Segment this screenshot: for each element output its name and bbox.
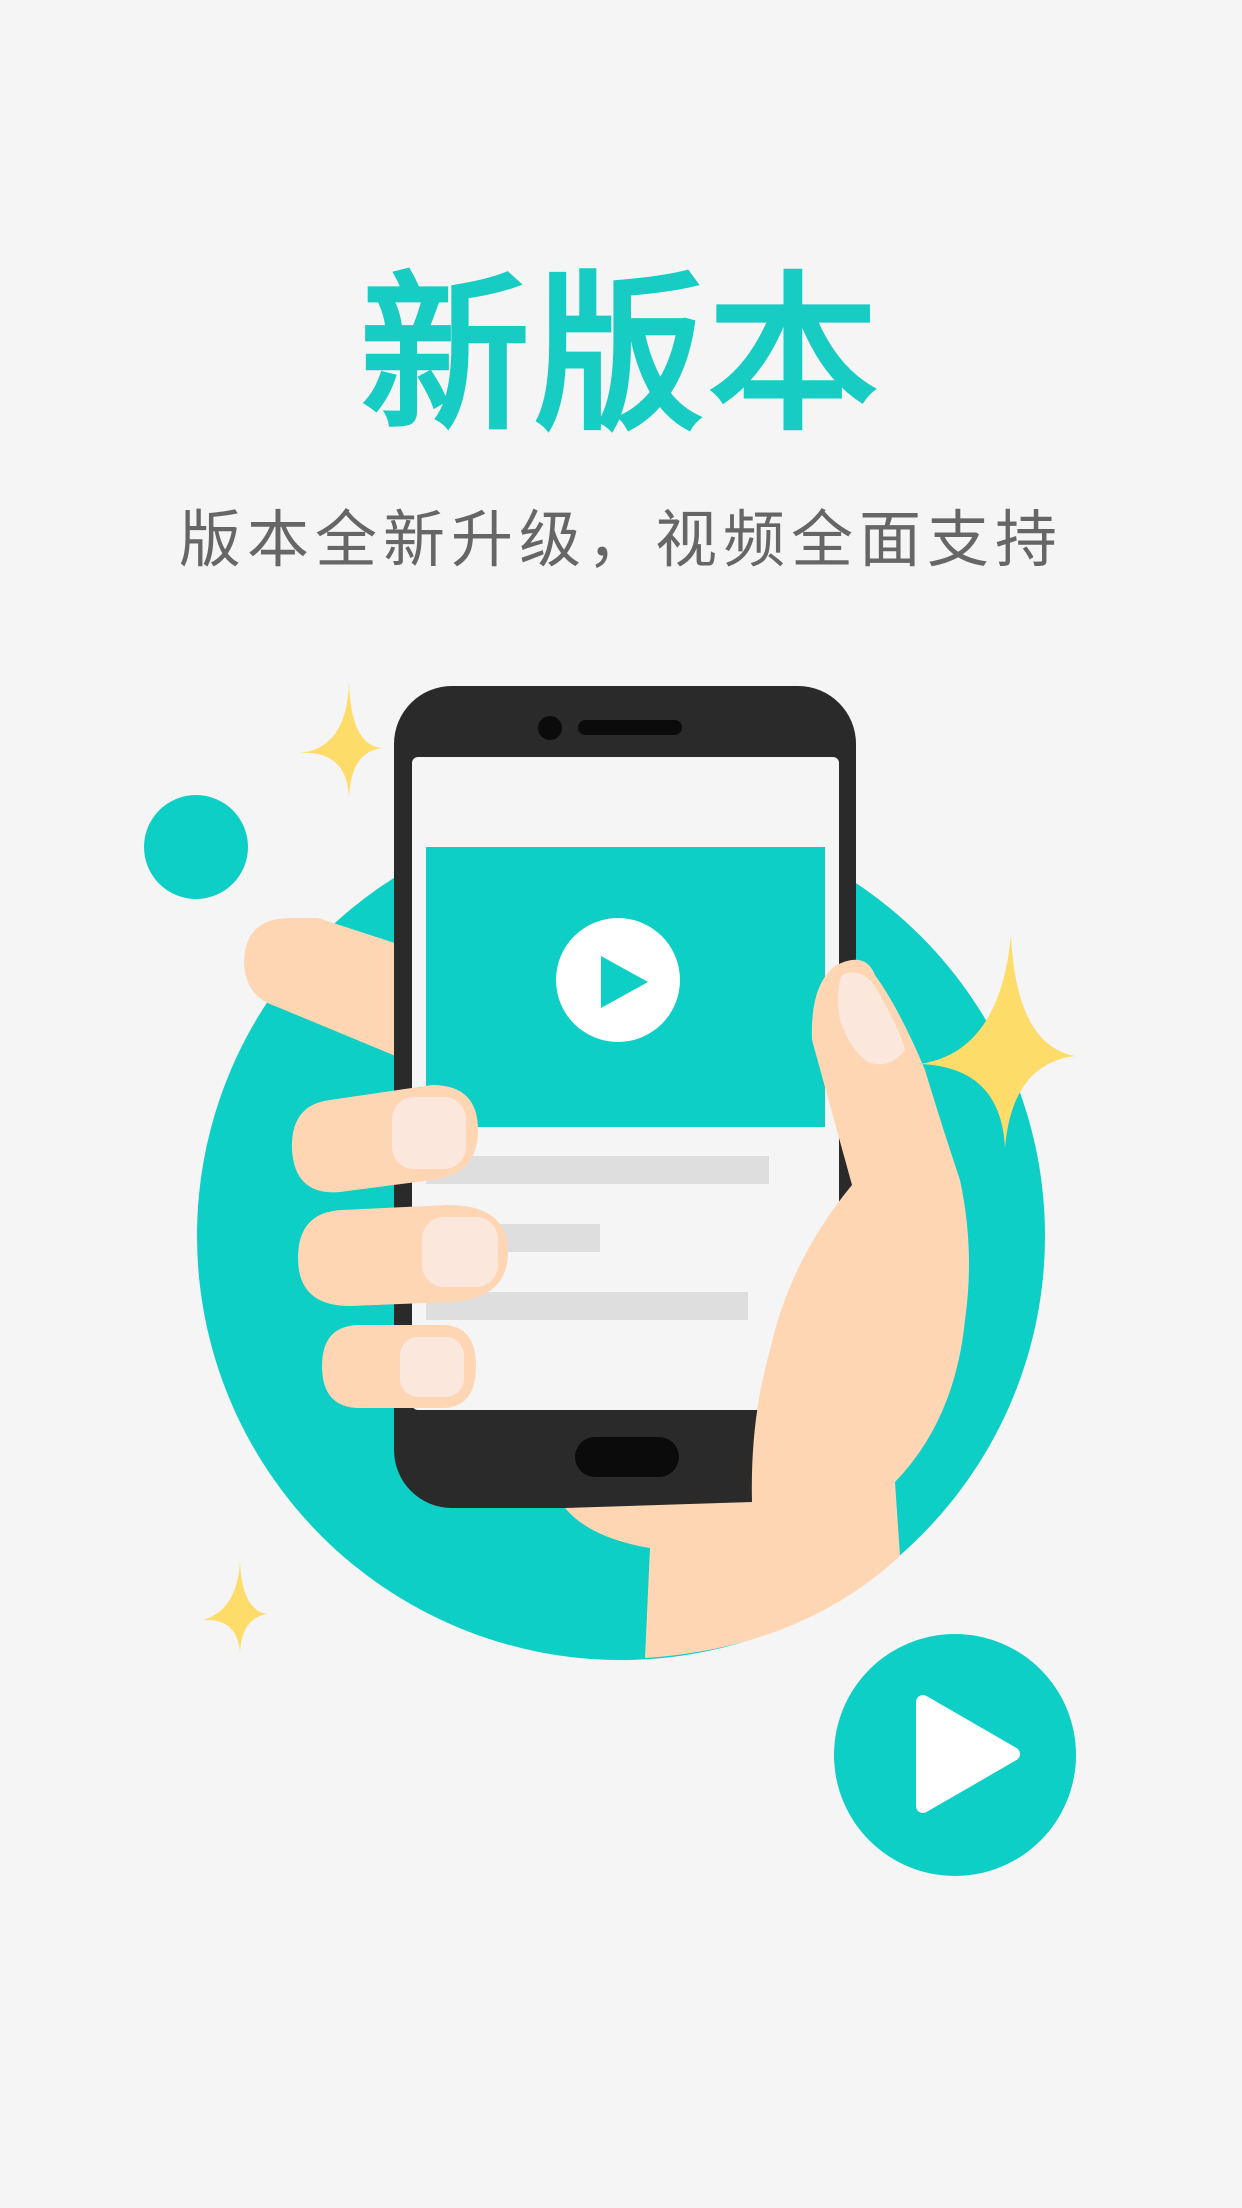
splash-page: 新版本 版本全新升级，视频全面支持 <box>0 0 1242 2208</box>
video-play-button[interactable] <box>556 918 680 1042</box>
content-line <box>426 1156 769 1184</box>
sparkle-icon <box>203 1562 267 1652</box>
hand-fingers <box>291 1085 508 1408</box>
new-version-illustration <box>144 682 1076 1876</box>
play-button[interactable] <box>834 1634 1076 1876</box>
decorative-dot <box>144 795 248 899</box>
sparkle-icon <box>300 682 384 798</box>
